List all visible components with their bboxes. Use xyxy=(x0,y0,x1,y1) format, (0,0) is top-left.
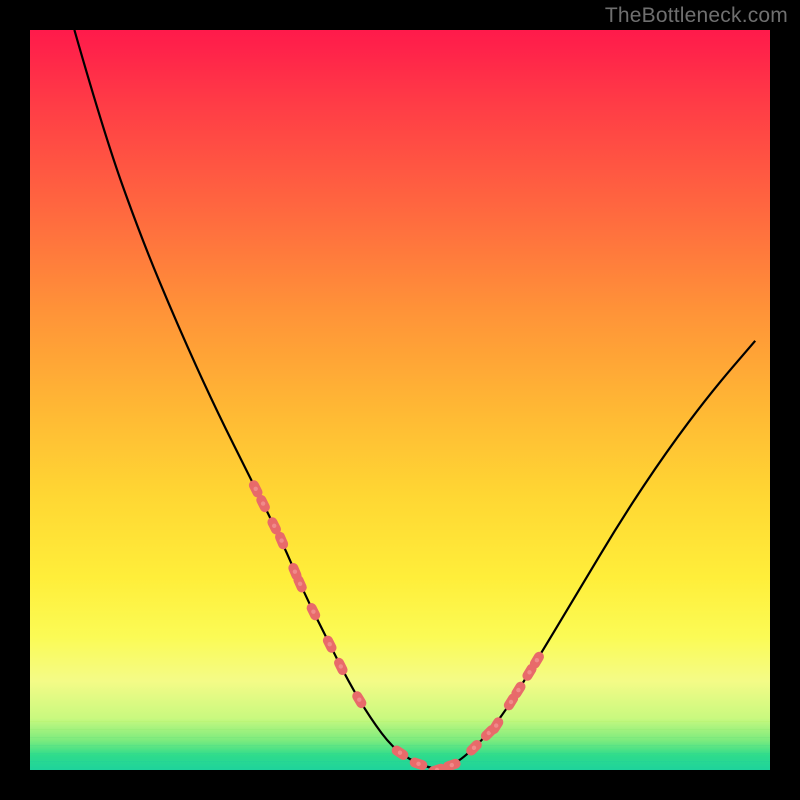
curve-marker-dot xyxy=(450,763,454,767)
curve-marker-dot xyxy=(254,487,258,491)
curve-marker-dot xyxy=(261,501,265,505)
curve-marker-dot xyxy=(311,609,315,613)
curve-marker-dot xyxy=(494,723,498,727)
curve-marker-dot xyxy=(298,582,302,586)
curve-marker-dot xyxy=(357,698,361,702)
curve-marker-dot xyxy=(416,762,420,766)
curve-marker-dot xyxy=(328,642,332,646)
watermark-text: TheBottleneck.com xyxy=(605,4,788,28)
curve-marker-dot xyxy=(472,746,476,750)
curve-marker-dot xyxy=(398,751,402,755)
curve-marker-dot xyxy=(535,658,539,662)
curve-marker-dot xyxy=(279,538,283,542)
curve-marker-dot xyxy=(516,688,520,692)
curve-path xyxy=(74,30,755,768)
curve-marker-dot xyxy=(272,524,276,528)
curve-marker-dot xyxy=(293,569,297,573)
curve-marker-dot xyxy=(509,700,513,704)
chart-svg xyxy=(30,30,770,770)
curve-marker-dot xyxy=(527,670,531,674)
curve-marker-dot xyxy=(339,664,343,668)
bottleneck-curve xyxy=(74,30,755,768)
curve-markers xyxy=(247,479,546,770)
chart-frame xyxy=(30,30,770,770)
